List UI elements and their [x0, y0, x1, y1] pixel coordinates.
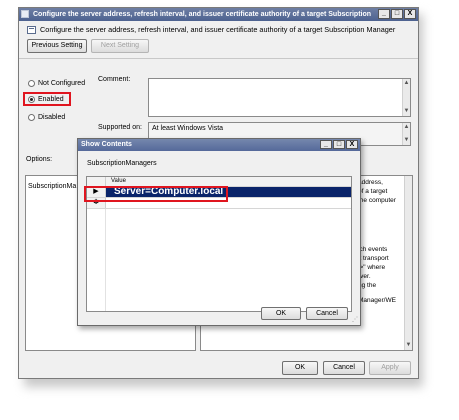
supported-on-label: Supported on:	[98, 124, 142, 131]
help-line: of a target	[358, 188, 388, 195]
value-highlight-box	[84, 186, 228, 202]
cancel-button[interactable]: Cancel	[323, 361, 365, 375]
help-line: lt transport	[358, 255, 389, 262]
window-maximize-icon[interactable]: □	[391, 9, 403, 19]
comment-label: Comment:	[98, 76, 131, 83]
resize-grip-icon[interactable]: ⋰	[352, 316, 358, 323]
show-contents-dialog: Show Contents _ □ X SubscriptionManagers…	[77, 138, 361, 326]
list-label: SubscriptionManagers	[87, 160, 157, 167]
radio-icon	[28, 114, 35, 121]
help-line: the computer	[358, 197, 396, 204]
options-label: Options:	[26, 156, 53, 163]
ok-button[interactable]: OK	[282, 361, 318, 375]
not-configured-label: Not Configured	[38, 80, 86, 87]
previous-setting-button[interactable]: Previous Setting	[27, 39, 87, 53]
apply-button[interactable]: Apply	[369, 361, 411, 375]
enabled-highlight-box	[23, 92, 71, 106]
next-setting-button[interactable]: Next Setting	[91, 39, 149, 53]
help-text-bottom: ich events lt transport l>" where rver. …	[358, 245, 396, 305]
window-close-icon[interactable]: X	[404, 9, 416, 19]
help-line: ich events	[358, 246, 388, 253]
options-item: SubscriptionMa	[28, 183, 77, 190]
dialog-close-icon[interactable]: X	[346, 140, 358, 149]
row-header-corner	[87, 177, 106, 186]
dialog-minimize-icon[interactable]: _	[320, 140, 332, 149]
help-text-top: address, of a target the computer	[358, 178, 396, 205]
supported-scrollbar[interactable]: ▲ ▼	[402, 123, 410, 145]
disabled-radio[interactable]: Disabled	[28, 114, 65, 121]
window-title: Configure the server address, refresh in…	[33, 11, 373, 18]
dialog-title: Show Contents	[81, 141, 132, 148]
radio-icon	[28, 80, 35, 87]
comment-scrollbar[interactable]: ▲ ▼	[402, 79, 410, 116]
separator	[19, 58, 418, 59]
help-line: ng the	[358, 282, 377, 289]
help-line: address,	[358, 179, 383, 186]
dialog-maximize-icon[interactable]: □	[333, 140, 345, 149]
supported-on-value: At least Windows Vista	[152, 125, 224, 132]
dialog-ok-button[interactable]: OK	[261, 307, 301, 320]
window-title-bar: Configure the server address, refresh in…	[19, 8, 418, 21]
help-scrollbar[interactable]: ▼	[404, 176, 412, 350]
dialog-title-bar: Show Contents _ □ X	[78, 139, 360, 151]
row-header-column	[87, 209, 106, 311]
policy-icon	[27, 26, 36, 34]
disabled-label: Disabled	[38, 114, 66, 121]
comment-field[interactable]: ▲ ▼	[148, 78, 411, 117]
help-line: l>" where	[358, 264, 386, 271]
dialog-cancel-button[interactable]: Cancel	[306, 307, 348, 320]
value-column-header: Value	[111, 178, 126, 184]
window-minimize-icon[interactable]: _	[378, 9, 390, 19]
help-line: rver.	[358, 273, 371, 280]
not-configured-radio[interactable]: Not Configured	[28, 80, 85, 87]
policy-name: Configure the server address, refresh in…	[40, 25, 396, 34]
help-line: Manager/WE	[358, 297, 396, 304]
policy-icon	[21, 10, 29, 18]
